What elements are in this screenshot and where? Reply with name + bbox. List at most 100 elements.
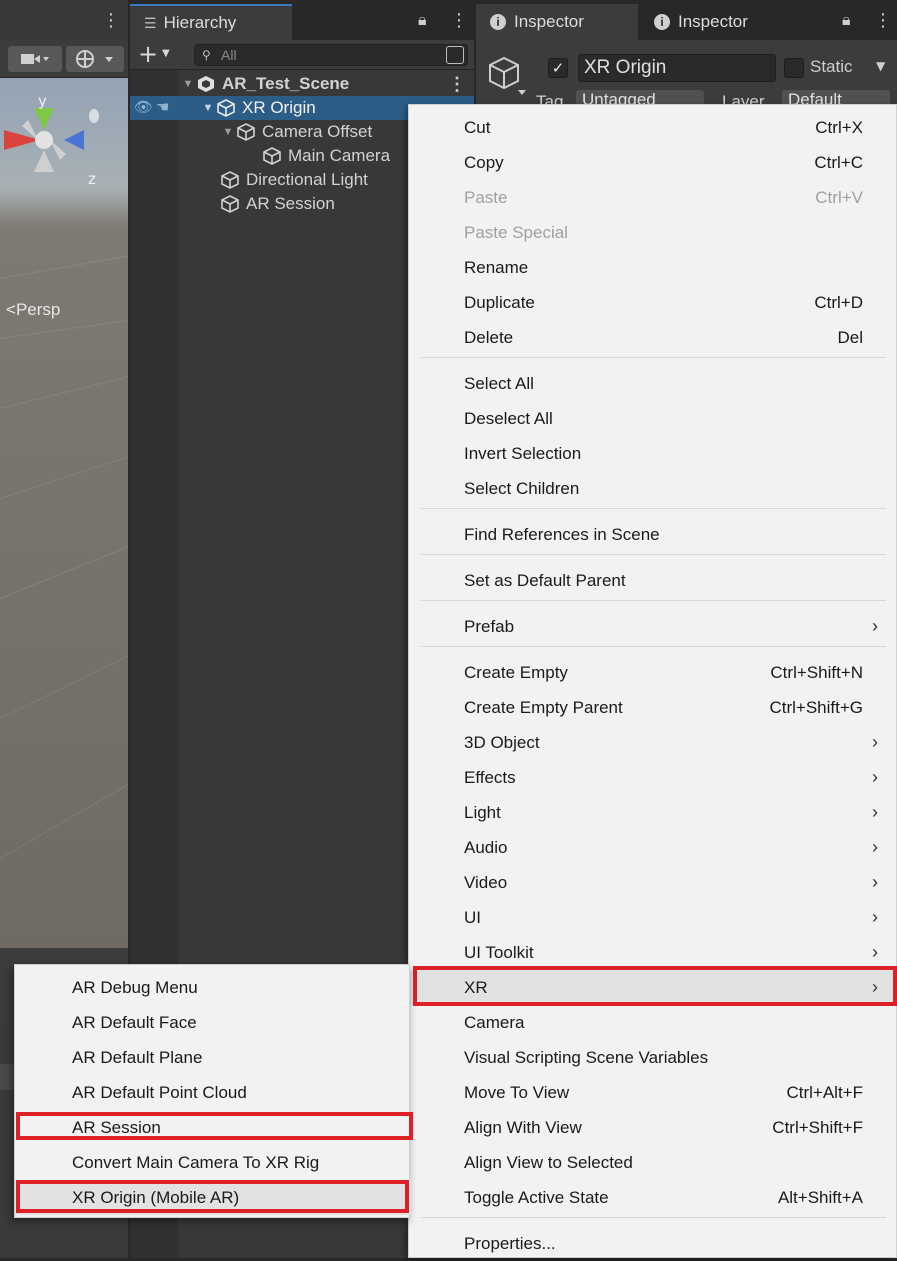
lock-icon[interactable]: 🔒︎ xyxy=(418,10,427,30)
menu-item-select-children[interactable]: Select Children xyxy=(409,471,897,506)
gameobject-cube-icon xyxy=(221,195,239,213)
static-checkbox[interactable] xyxy=(784,58,804,78)
menu-item-camera[interactable]: Camera xyxy=(409,1005,897,1040)
menu-item-visual-scripting-scene-variables[interactable]: Visual Scripting Scene Variables xyxy=(409,1040,897,1075)
menu-item-delete[interactable]: Delete Del xyxy=(409,320,897,355)
highlight-box-xr-origin xyxy=(16,1180,409,1213)
menu-item-duplicate[interactable]: Duplicate Ctrl+D xyxy=(409,285,897,320)
chevron-right-icon: › xyxy=(872,732,878,752)
xr-submenu: AR Debug Menu AR Default Face AR Default P… xyxy=(14,964,413,1218)
menu-item-set-as-default-parent[interactable]: Set as Default Parent xyxy=(409,563,897,598)
chevron-right-icon: › xyxy=(872,872,878,892)
menu-item-label: Deselect All xyxy=(464,408,553,428)
hierarchy-toolbar: + ▼ ⚲ All xyxy=(130,40,474,70)
menu-item-create-empty-parent[interactable]: Create Empty Parent Ctrl+Shift+G xyxy=(409,690,897,725)
add-icon[interactable]: + xyxy=(138,40,158,68)
scene-tab-bar: ⋮ xyxy=(0,0,128,40)
search-input[interactable]: ⚲ All xyxy=(194,44,468,66)
expand-triangle-icon[interactable]: ▼ xyxy=(220,126,236,138)
search-options-icon[interactable] xyxy=(446,46,464,64)
active-checkbox[interactable]: ✓ xyxy=(548,58,568,78)
highlight-box-xr xyxy=(413,966,897,1006)
menu-item-rename[interactable]: Rename xyxy=(409,250,897,285)
more-options-icon[interactable]: ⋮ xyxy=(450,10,468,31)
perspective-toggle[interactable]: <Persp xyxy=(6,300,60,320)
lock-icon[interactable]: 🔒︎ xyxy=(842,10,851,30)
submenu-item-convert-main-camera-to-xr-rig[interactable]: Convert Main Camera To XR Rig xyxy=(15,1145,411,1180)
object-name-field[interactable]: XR Origin xyxy=(578,54,776,82)
menu-item-label: UI xyxy=(464,907,481,927)
menu-item-video[interactable]: Video › xyxy=(409,865,897,900)
menu-item-align-with-view[interactable]: Align With View Ctrl+Shift+F xyxy=(409,1110,897,1145)
menu-item-label: Move To View xyxy=(464,1082,570,1102)
menu-item-label: Create Empty xyxy=(464,662,568,682)
camera-dropdown-button[interactable] xyxy=(8,46,62,72)
menu-item-cut[interactable]: Cut Ctrl+X xyxy=(409,110,897,145)
menu-item-properties[interactable]: Properties... xyxy=(409,1226,897,1261)
submenu-item-label: Convert Main Camera To XR Rig xyxy=(72,1152,320,1172)
submenu-item-label: AR Default Point Cloud xyxy=(72,1082,247,1102)
chevron-down-icon[interactable]: ▼ xyxy=(162,48,170,59)
scene-toolbar xyxy=(0,40,128,78)
more-options-icon[interactable]: ⋮ xyxy=(448,74,466,95)
expand-triangle-icon[interactable]: ▼ xyxy=(180,78,196,90)
menu-item-deselect-all[interactable]: Deselect All xyxy=(409,401,897,436)
gameobject-cube-icon xyxy=(237,123,255,141)
submenu-item-ar-default-plane[interactable]: AR Default Plane xyxy=(15,1040,411,1075)
menu-item-invert-selection[interactable]: Invert Selection xyxy=(409,436,897,471)
menu-item-label: Audio xyxy=(464,837,508,857)
menu-item-label: Create Empty Parent xyxy=(464,697,623,717)
menu-item-ui[interactable]: UI › xyxy=(409,900,897,935)
menu-item-light[interactable]: Light › xyxy=(409,795,897,830)
menu-item-label: Properties... xyxy=(464,1233,556,1253)
submenu-item-ar-default-face[interactable]: AR Default Face xyxy=(15,1005,411,1040)
menu-item-move-to-view[interactable]: Move To View Ctrl+Alt+F xyxy=(409,1075,897,1110)
menu-item-copy[interactable]: Copy Ctrl+C xyxy=(409,145,897,180)
scene-row[interactable]: ▼ AR_Test_Scene ⋮ xyxy=(130,72,474,96)
menu-item-shortcut: Ctrl+X xyxy=(815,117,863,137)
gizmo-dropdown-button[interactable] xyxy=(66,46,124,72)
highlight-box-ar-session xyxy=(16,1112,413,1140)
submenu-item-ar-debug-menu[interactable]: AR Debug Menu xyxy=(15,970,411,1005)
menu-item-effects[interactable]: Effects › xyxy=(409,760,897,795)
menu-separator xyxy=(421,554,886,555)
pickable-hand-icon[interactable]: ☚ xyxy=(156,98,169,116)
menu-separator xyxy=(421,1217,886,1218)
menu-item-label: Select All xyxy=(464,373,534,393)
menu-item-shortcut: Ctrl+Alt+F xyxy=(786,1082,863,1102)
menu-item-prefab[interactable]: Prefab › xyxy=(409,609,897,644)
menu-item-align-view-to-selected[interactable]: Align View to Selected xyxy=(409,1145,897,1180)
static-label: Static xyxy=(810,57,853,76)
inspector-tab-bar: i Inspector i Inspector 🔒︎ ⋮ xyxy=(476,0,897,40)
gameobject-cube-icon xyxy=(217,99,235,117)
back-arrow-icon: < xyxy=(6,300,16,319)
submenu-item-ar-default-point-cloud[interactable]: AR Default Point Cloud xyxy=(15,1075,411,1110)
menu-item-audio[interactable]: Audio › xyxy=(409,830,897,865)
menu-item-label: 3D Object xyxy=(464,732,540,752)
inspector-panel: i Inspector i Inspector 🔒︎ ⋮ ✓ XR Origin… xyxy=(476,0,897,114)
menu-item-label: UI Toolkit xyxy=(464,942,534,962)
tab-inspector-2[interactable]: i Inspector xyxy=(642,4,792,40)
chevron-right-icon: › xyxy=(872,907,878,927)
menu-item-select-all[interactable]: Select All xyxy=(409,366,897,401)
gameobject-large-icon[interactable] xyxy=(486,54,530,98)
persp-label: Persp xyxy=(15,300,61,319)
more-options-icon[interactable]: ⋮ xyxy=(874,10,892,31)
chevron-right-icon: › xyxy=(872,942,878,962)
more-options-icon[interactable]: ⋮ xyxy=(102,10,120,31)
tab-hierarchy[interactable]: ☰ Hierarchy xyxy=(130,4,292,40)
info-icon: i xyxy=(490,14,506,30)
scene-viewport[interactable]: y z <Persp xyxy=(0,78,128,948)
chevron-down-icon[interactable]: ▼ xyxy=(876,59,885,73)
menu-item-toggle-active-state[interactable]: Toggle Active State Alt+Shift+A xyxy=(409,1180,897,1215)
menu-item-label: Video xyxy=(464,872,508,892)
menu-item-find-references-in-scene[interactable]: Find References in Scene xyxy=(409,517,897,552)
chevron-right-icon: › xyxy=(872,767,878,787)
menu-item-ui-toolkit[interactable]: UI Toolkit › xyxy=(409,935,897,970)
expand-triangle-icon[interactable]: ▼ xyxy=(200,102,216,114)
menu-item-create-empty[interactable]: Create Empty Ctrl+Shift+N xyxy=(409,655,897,690)
tab-inspector[interactable]: i Inspector xyxy=(476,4,638,40)
menu-item-3d-object[interactable]: 3D Object › xyxy=(409,725,897,760)
visibility-eye-icon[interactable]: 👁︎ xyxy=(134,98,153,116)
menu-separator xyxy=(421,600,886,601)
